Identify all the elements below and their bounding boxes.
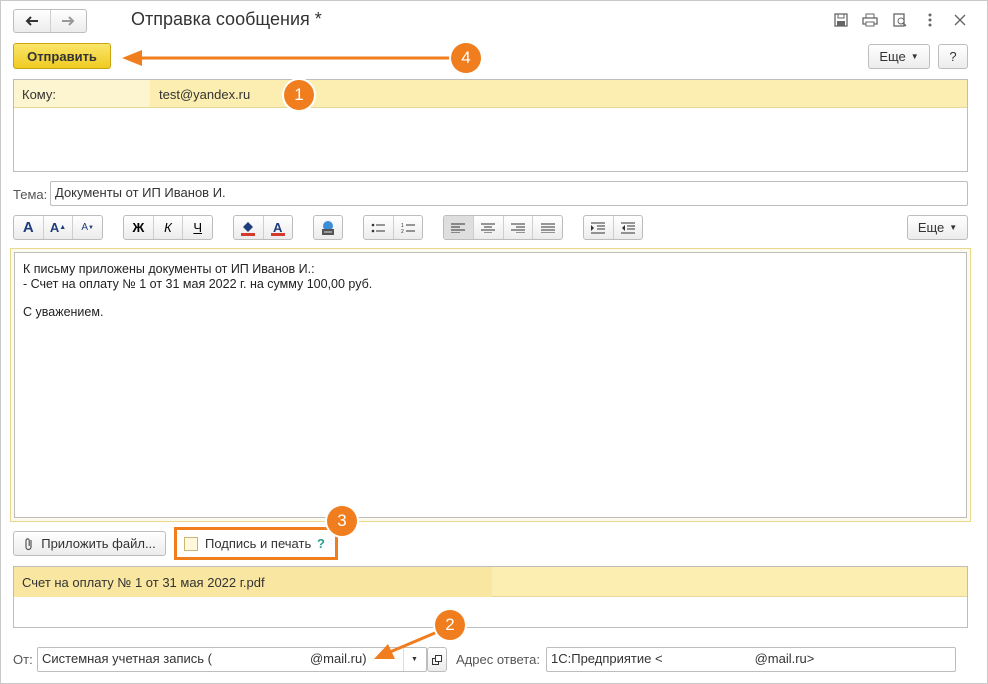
font-color-icon: A (270, 220, 285, 236)
back-button[interactable] (14, 10, 51, 32)
paperclip-icon (25, 537, 32, 550)
font-increase-button[interactable]: A ▲ (44, 216, 74, 239)
recipient-row[interactable]: Кому: test@yandex.ru (14, 80, 967, 108)
align-right-icon (510, 223, 525, 233)
attach-file-label: Приложить файл... (41, 536, 156, 551)
help-button[interactable]: ? (938, 44, 968, 69)
annotation-badge-4: 4 (451, 43, 481, 73)
numbered-list-button[interactable]: 12 (394, 216, 423, 239)
more-vertical-icon[interactable] (921, 11, 939, 29)
align-left-icon (451, 223, 466, 233)
bulleted-list-button[interactable] (364, 216, 394, 239)
svg-text:2: 2 (401, 229, 404, 234)
color-group: A (233, 215, 293, 240)
align-center-icon (481, 223, 496, 233)
align-left-button[interactable] (444, 216, 474, 239)
fill-color-button[interactable] (234, 216, 264, 239)
from-select[interactable]: Системная учетная запись ( @mail.ru) (37, 647, 427, 672)
font-bigger-button[interactable]: A (14, 216, 44, 239)
send-button[interactable]: Отправить (13, 43, 111, 69)
save-icon[interactable] (832, 11, 850, 29)
arrow-right-icon (62, 16, 75, 26)
chevron-down-icon: ▼ (910, 52, 919, 61)
image-icon (322, 220, 334, 235)
bold-button[interactable]: Ж (124, 216, 154, 239)
chevron-down-icon: ▼ (949, 223, 958, 232)
align-center-button[interactable] (474, 216, 504, 239)
recipients-table: Кому: test@yandex.ru (13, 79, 968, 172)
print-icon[interactable] (861, 11, 879, 29)
recipient-value[interactable]: test@yandex.ru (159, 87, 250, 102)
reply-input[interactable]: 1С:Предприятие < @mail.ru> (546, 647, 956, 672)
body-outer: К письму приложены документы от ИП Ивано… (10, 248, 971, 522)
reply-value-prefix: 1С:Предприятие < (551, 651, 663, 666)
close-icon[interactable] (951, 11, 969, 29)
annotation-badge-3: 3 (327, 506, 357, 536)
more-button[interactable]: Еще ▼ (868, 44, 930, 69)
font-color-button[interactable]: A (264, 216, 293, 239)
font-size-group: A A ▲ A ▼ (13, 215, 103, 240)
text-style-group: Ж К Ч (123, 215, 213, 240)
body-line: - Счет на оплату № 1 от 31 мая 2022 г. н… (23, 277, 373, 291)
numbered-list-icon: 12 (401, 223, 415, 234)
recipient-label: Кому: (14, 80, 150, 107)
more-label: Еще (879, 49, 906, 64)
attachments-table: Счет на оплату № 1 от 31 мая 2022 г.pdf (13, 566, 968, 628)
align-justify-icon (540, 223, 555, 233)
italic-button[interactable]: К (154, 216, 184, 239)
attachment-row[interactable]: Счет на оплату № 1 от 31 мая 2022 г.pdf (14, 567, 967, 597)
indent-increase-button[interactable] (584, 216, 614, 239)
indent-decrease-icon (620, 222, 635, 233)
from-value-prefix: Системная учетная запись ( (42, 651, 212, 666)
annotation-badge-1: 1 (284, 80, 314, 110)
chevron-down-icon[interactable]: ▼ (403, 648, 425, 671)
open-account-button[interactable] (427, 647, 447, 672)
list-group: 12 (363, 215, 423, 240)
reply-label: Адрес ответа: (456, 652, 540, 667)
align-justify-button[interactable] (533, 216, 562, 239)
arrow-left-icon (25, 16, 38, 26)
format-more-button[interactable]: Еще ▼ (907, 215, 968, 240)
sign-checkbox[interactable] (184, 537, 198, 551)
from-label: От: (13, 652, 33, 667)
sign-help-icon[interactable]: ? (317, 536, 325, 551)
page-title: Отправка сообщения * (131, 9, 322, 29)
sign-label: Подпись и печать (205, 536, 312, 551)
body-line-empty (23, 292, 958, 305)
attachment-name: Счет на оплату № 1 от 31 мая 2022 г.pdf (22, 575, 265, 590)
underline-button[interactable]: Ч (183, 216, 212, 239)
indent-increase-icon (591, 222, 606, 233)
format-more-label: Еще (917, 220, 945, 235)
insert-image-button[interactable] (313, 215, 343, 240)
svg-text:A: A (273, 220, 283, 235)
annotation-badge-2: 2 (435, 610, 465, 640)
align-right-button[interactable] (504, 216, 534, 239)
preview-icon[interactable] (891, 11, 909, 29)
align-group (443, 215, 563, 240)
body-line: К письму приложены документы от ИП Ивано… (23, 262, 315, 276)
attach-file-button[interactable]: Приложить файл... (13, 531, 166, 556)
from-value-suffix: @mail.ru) (309, 651, 367, 666)
open-window-icon (432, 654, 442, 665)
nav-buttons (13, 9, 87, 33)
message-body-editor[interactable]: К письму приложены документы от ИП Ивано… (14, 252, 967, 518)
subject-label: Тема: (13, 187, 48, 202)
indent-group (583, 215, 643, 240)
bulleted-list-icon (371, 223, 386, 232)
reply-value-suffix: @mail.ru> (754, 651, 815, 666)
font-decrease-button[interactable]: A ▼ (73, 216, 102, 239)
fill-color-icon (241, 221, 256, 236)
body-line: С уважением. (23, 305, 104, 319)
forward-button[interactable] (51, 10, 87, 32)
indent-decrease-button[interactable] (614, 216, 643, 239)
subject-input[interactable]: Документы от ИП Иванов И. (50, 181, 968, 206)
